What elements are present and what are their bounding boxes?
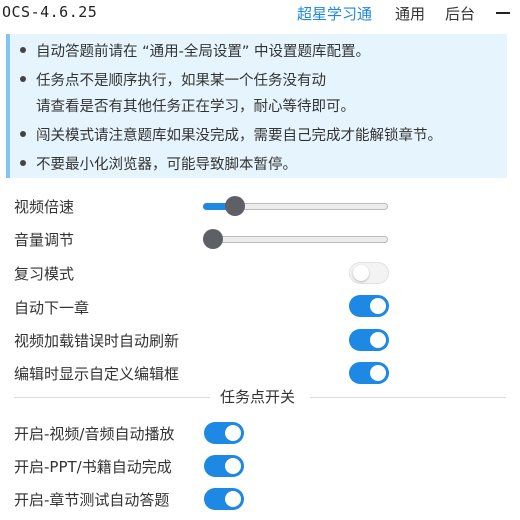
notice-item: 自动答题前请在 “通用-全局设置” 中设置题库配置。 bbox=[20, 40, 370, 61]
ppt-book-toggle[interactable] bbox=[204, 455, 244, 477]
playback-rate-label: 视频倍速 bbox=[14, 198, 75, 216]
custom-editor-toggle[interactable] bbox=[349, 362, 389, 384]
header-bar: OCS-4.6.25 超星学习通 通用 后台 bbox=[0, 0, 520, 26]
notice-item: 不要最小化浏览器，可能导致脚本暂停。 bbox=[20, 153, 297, 174]
slider-thumb[interactable] bbox=[203, 229, 223, 249]
ppt-book-label: 开启-PPT/书籍自动完成 bbox=[14, 458, 172, 476]
playback-rate-slider[interactable] bbox=[203, 196, 388, 216]
minimize-icon[interactable] bbox=[496, 12, 510, 14]
bullet-icon bbox=[20, 160, 26, 166]
chapter-test-toggle[interactable] bbox=[204, 488, 244, 510]
bullet-icon bbox=[20, 47, 26, 53]
tab-backend[interactable]: 后台 bbox=[445, 3, 475, 24]
bullet-icon bbox=[20, 76, 26, 82]
tab-chaoxing[interactable]: 超星学习通 bbox=[297, 3, 372, 24]
toggle-knob bbox=[370, 365, 386, 381]
toggle-knob bbox=[225, 458, 241, 474]
custom-editor-label: 编辑时显示自定义编辑框 bbox=[14, 365, 180, 383]
task-switch-heading: 任务点开关 bbox=[220, 388, 296, 406]
toggle-knob bbox=[225, 425, 241, 441]
notice-box: 自动答题前请在 “通用-全局设置” 中设置题库配置。 任务点不是顺序执行，如果某… bbox=[6, 34, 507, 178]
slider-thumb[interactable] bbox=[225, 196, 246, 216]
video-audio-label: 开启-视频/音频自动播放 bbox=[14, 425, 175, 443]
toggle-knob bbox=[225, 491, 241, 507]
auto-next-toggle[interactable] bbox=[349, 295, 389, 317]
auto-next-label: 自动下一章 bbox=[14, 299, 90, 317]
volume-slider[interactable] bbox=[203, 229, 388, 249]
toggle-knob bbox=[370, 298, 386, 314]
slider-track bbox=[203, 236, 388, 243]
bullet-icon bbox=[20, 131, 26, 137]
auto-refresh-toggle[interactable] bbox=[349, 329, 389, 351]
volume-label: 音量调节 bbox=[14, 231, 75, 249]
chapter-test-label: 开启-章节测试自动答题 bbox=[14, 491, 170, 509]
auto-refresh-label: 视频加载错误时自动刷新 bbox=[14, 332, 180, 350]
app-title: OCS-4.6.25 bbox=[2, 3, 98, 21]
notice-item: 任务点不是顺序执行，如果某一个任务没有动 bbox=[20, 69, 326, 90]
toggle-knob bbox=[353, 265, 369, 281]
review-mode-toggle[interactable] bbox=[349, 262, 389, 284]
notice-item-continuation: 请查看是否有其他任务正在学习，耐心等待即可。 bbox=[36, 99, 355, 115]
toggle-knob bbox=[370, 332, 386, 348]
divider-line-left bbox=[14, 397, 210, 398]
divider-line-right bbox=[310, 397, 506, 398]
notice-item: 闯关模式请注意题库如果没完成，需要自己完成才能解锁章节。 bbox=[20, 124, 442, 145]
review-mode-label: 复习模式 bbox=[14, 265, 75, 283]
tab-general[interactable]: 通用 bbox=[395, 3, 425, 24]
video-audio-toggle[interactable] bbox=[204, 422, 244, 444]
